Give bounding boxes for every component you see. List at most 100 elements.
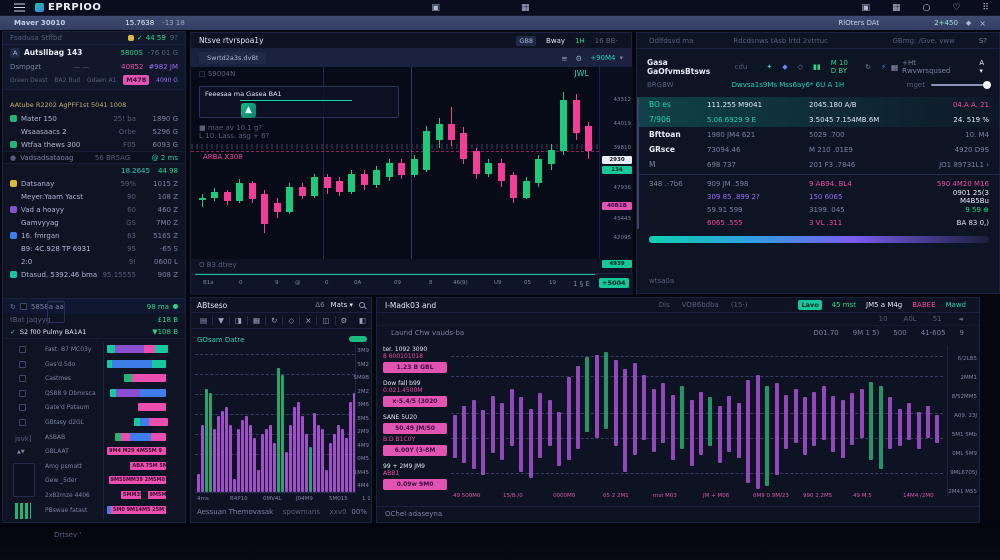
menu-icon[interactable] — [14, 6, 25, 9]
sort-arrows-icon[interactable]: ▲▼ — [17, 449, 25, 455]
order-header-far[interactable]: S? — [979, 37, 987, 45]
order-table-row[interactable]: BO es 111.255 M9041 2045.180 A/B 04.A A. 21 — [639, 97, 999, 112]
order-toolbar-right-label[interactable]: +Ht Rwvwrsqused — [902, 59, 961, 75]
mini-chart[interactable] — [195, 344, 355, 494]
market-subheader-item[interactable]: 51 — [933, 315, 942, 323]
mini-tool-icon-7[interactable]: ◫ — [322, 316, 329, 325]
mini-dropdown[interactable]: Mats ▾ — [331, 301, 353, 309]
row-checkbox[interactable] — [19, 404, 26, 412]
order-table-row[interactable]: 309 85 .899 2? 150 6065 0901 25(3 M4B5Bu — [639, 189, 999, 205]
grid-view-icon[interactable]: ▦ — [891, 63, 898, 72]
time-axis[interactable]: B1a 0 9 @0 0A 09 8 46(9) U9 05 19 1 § E +5004 — [191, 273, 633, 295]
positions-sub1-value: £18 B — [157, 316, 178, 324]
diamond-icon[interactable]: ◆ — [782, 63, 787, 71]
gear-icon[interactable]: ⚙ — [575, 54, 582, 63]
order-table-row[interactable]: 7/906 5.06 6929 9 E 3.5045 7.154MB.6M 24. 5… — [639, 112, 999, 127]
watchlist-row[interactable]: Dtasud. 5392.46 bma 95.15555 908 Z — [3, 268, 185, 281]
bars-icon[interactable]: ▮▮ — [813, 63, 821, 71]
price-axis[interactable]: 43312 44019 39810 47936 43443 42095 2930 134 40B… — [599, 67, 633, 268]
chart-header-item[interactable]: Bway — [546, 37, 565, 45]
order-table-row[interactable]: GRsce 73094.46 M 210 .01E9 4920 D9S — [639, 142, 999, 157]
chat-icon[interactable]: ♡ — [952, 3, 960, 13]
mini-tool-icon-0[interactable]: ▤ — [200, 316, 207, 325]
leverage-slider[interactable] — [931, 81, 991, 89]
mini-tool-icon-6[interactable]: × — [305, 316, 311, 325]
bar-segment-teal — [152, 359, 167, 368]
market-subheader-item[interactable]: ◄ — [958, 315, 963, 323]
close-icon[interactable]: × — [979, 19, 986, 28]
filter-icon[interactable]: ◆ — [966, 19, 971, 27]
mini-tool-icon-4[interactable]: ↻ — [271, 316, 277, 325]
layout-icon[interactable]: ▦ — [521, 3, 530, 13]
mini-bar — [213, 429, 216, 492]
market-chart[interactable] — [451, 346, 943, 491]
watchlist-lock-row[interactable]: ● Vadsadsataoag 56 BR5AG @ 2 ms — [3, 151, 185, 164]
list-icon[interactable]: ≡ — [561, 54, 567, 63]
summary-row-1[interactable]: A Autsllbag 143 5800S -76 01 G — [3, 45, 185, 60]
apps-icon[interactable]: ⠿ — [982, 3, 989, 13]
green-asset-icon — [10, 141, 17, 148]
watchlist-value-1: F05 — [123, 140, 136, 149]
watchlist-row[interactable]: Mater 150 25! ba 1890 G — [3, 112, 185, 125]
mini-tool-icon-5[interactable]: ◇ — [288, 316, 294, 325]
watchlist-row[interactable]: B9: 4C.928 TP 6931 95 -65 S — [3, 242, 185, 255]
refresh-icon[interactable]: ↻ — [865, 63, 871, 71]
refresh-icon[interactable]: ↻ — [10, 303, 16, 311]
market-header-mid: Dis VOB6bdba (15·) — [653, 301, 754, 309]
row-checkbox[interactable] — [19, 375, 26, 383]
watchlist-row[interactable]: Datsanay 59% 1015 Z — [3, 177, 185, 190]
timeframe-badge[interactable]: GB8 — [516, 35, 537, 46]
slider-knob[interactable] — [983, 81, 991, 89]
watchlist-row[interactable]: Wsaasaacs 2 Orbe 5296 G — [3, 125, 185, 138]
outline-diamond-icon[interactable]: ◇ — [798, 63, 803, 71]
mini-tool-icon-2[interactable]: ◨ — [235, 316, 242, 325]
range-label[interactable]: M 10 D BY — [831, 59, 855, 75]
symbol-search-pill[interactable]: Swrtd2a3s.dvBt — [199, 52, 267, 64]
mini-tool-icon-1[interactable]: ▼ — [218, 316, 224, 325]
order-table-row[interactable]: Bfttoan 1980 JM4 621 5029 .700 10. M4 — [639, 127, 999, 142]
order-table-row[interactable]: 6065 .555 3 VL .311 BA 83 0,) — [639, 216, 999, 229]
spark-icon[interactable]: ✦ — [766, 63, 772, 71]
row-checkbox[interactable] — [19, 360, 26, 368]
position-label: Fast: B7 MC03y — [45, 346, 92, 353]
price-tick-label: 39810 — [613, 145, 632, 151]
order-table-row[interactable]: 59.91 599 3199. 045 9 59 ⊕ — [639, 203, 999, 216]
market-header-mid-item[interactable]: Dis — [659, 301, 670, 309]
mini-tool-icon-8[interactable]: ⚙ — [341, 316, 348, 325]
subbar-market-label[interactable]: Maver 30010 — [14, 19, 65, 27]
row-checkbox[interactable] — [19, 389, 26, 397]
market-header-mid-item[interactable]: (15·) — [731, 301, 748, 309]
mini-y-label: 1M45 — [353, 469, 369, 476]
chart-header-item[interactable]: 16 BB- — [595, 37, 618, 45]
row-checkbox[interactable] — [19, 346, 26, 353]
watchlist-row[interactable]: Meyer.Yaam Yacst 90 108 Z — [3, 190, 185, 203]
sync-icon[interactable]: ○ — [922, 3, 930, 13]
time-tick-label: 0 — [239, 280, 243, 286]
watchlist-row[interactable]: 16. fmrgan 63 5165 Z — [3, 229, 185, 242]
mini-title: ABtseso — [197, 300, 228, 310]
watchlist-row[interactable]: Vad a hoayy 60 460 Z — [3, 203, 185, 216]
candlestick-chart[interactable]: □ 59004N JWL Feeesaa ma Gasea BA1 ▲ ■ ma… — [191, 67, 599, 259]
chevron-down-icon[interactable]: ▾ — [619, 54, 623, 62]
order-toolbar-dropdown[interactable]: A ▾ — [979, 59, 989, 75]
watchlist-row[interactable]: 2:0 9! 0600 L — [3, 255, 185, 268]
market-bar — [632, 363, 637, 455]
calendar-icon[interactable]: ▦ — [892, 3, 901, 13]
mini-tool-icon-3[interactable]: ▦ — [253, 316, 260, 325]
market-header-mid-item[interactable]: VOB6bdba — [682, 301, 719, 309]
row-checkbox[interactable] — [19, 419, 26, 426]
search-icon[interactable] — [359, 302, 365, 308]
grid-icon[interactable]: ▣ — [861, 3, 870, 13]
flash-icon[interactable]: ⚡ — [881, 63, 886, 71]
summary-row-2[interactable]: Dsmpgzt — — 40852 #982 JM — [3, 60, 185, 73]
subbar-center-label[interactable]: RlOters DAt — [838, 19, 879, 27]
market-subheader-item[interactable]: A0L — [904, 315, 917, 323]
watchlist-row[interactable]: Wtfaa thews 300 F05 6093 G — [3, 138, 185, 151]
mini-tool-icon-right[interactable]: ◧ — [359, 316, 366, 325]
chart-header-item[interactable]: 1H — [575, 37, 585, 45]
order-table-row[interactable]: M 698 737 201 F3 .7846 JO1 89731L1 › — [639, 157, 999, 172]
panels-icon[interactable]: ▣ — [431, 3, 440, 13]
watchlist-row[interactable]: Gamvyyag GS 7M0 Z — [3, 216, 185, 229]
market-subheader-item[interactable]: 10 — [879, 315, 888, 323]
select-all-checkbox[interactable] — [19, 303, 27, 310]
